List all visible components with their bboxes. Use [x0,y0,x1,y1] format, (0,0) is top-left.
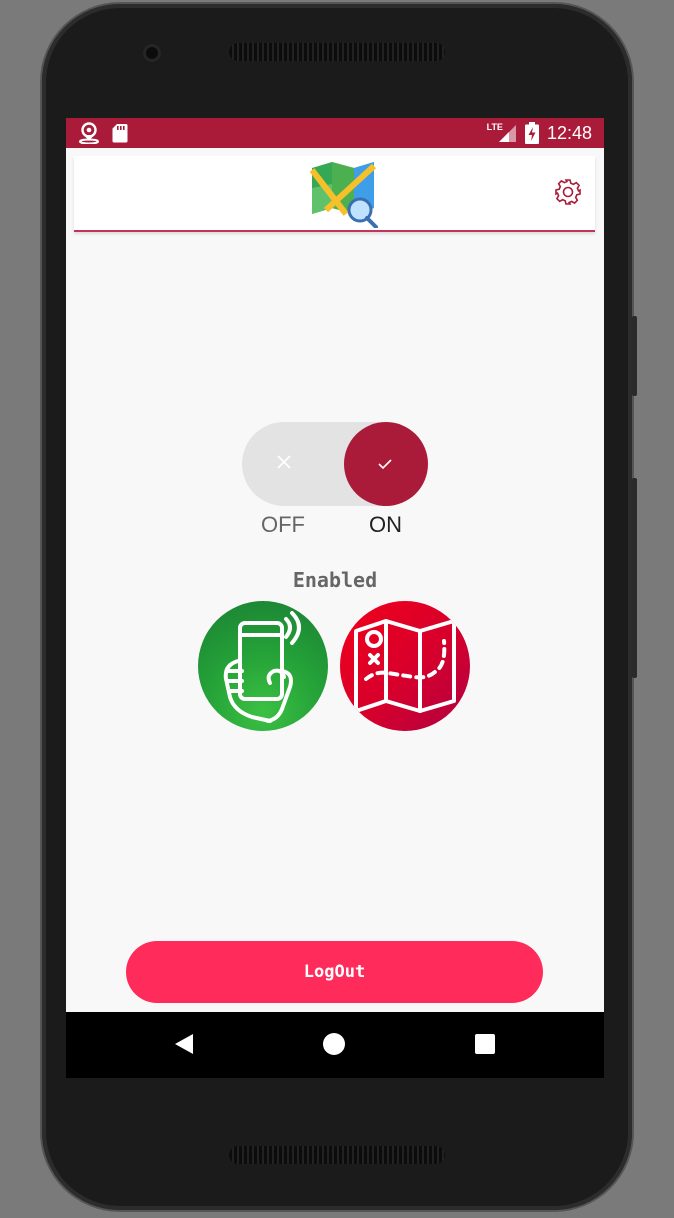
toggle-knob[interactable] [344,422,428,506]
network-type: LTE [486,122,503,132]
treasure-map-icon [354,619,456,713]
sd-card-icon [112,124,128,143]
logout-button[interactable]: LogOut [126,941,543,1003]
clock: 12:48 [546,122,592,143]
app-bar [74,156,595,232]
navigation-bar [66,1012,604,1078]
close-icon [277,455,291,469]
recents-icon[interactable] [475,1034,495,1054]
home-icon[interactable] [323,1033,345,1055]
back-icon[interactable] [173,1033,195,1055]
bottom-speaker [229,1146,445,1164]
earpiece-speaker [229,43,445,61]
map-search-logo [310,162,378,228]
enable-toggle[interactable] [242,422,428,506]
status-bar: LTE 12:48 [66,118,604,148]
map-feature-button[interactable] [340,601,470,731]
screen: LTE 12:48 OFF ON Enabled LogOut [66,118,604,1078]
volume-button [632,316,637,396]
toggle-on-label: ON [369,512,402,537]
phone-vibrate-hand-icon [223,611,301,723]
phone-feature-button[interactable] [198,601,328,731]
toggle-off-label: OFF [261,512,305,537]
battery-charging-icon [524,122,539,144]
power-button [632,478,637,678]
gear-icon[interactable] [554,178,582,206]
location-person-icon [79,122,99,144]
front-camera [143,44,161,62]
check-icon [378,459,392,470]
status-text: Enabled [292,568,378,592]
